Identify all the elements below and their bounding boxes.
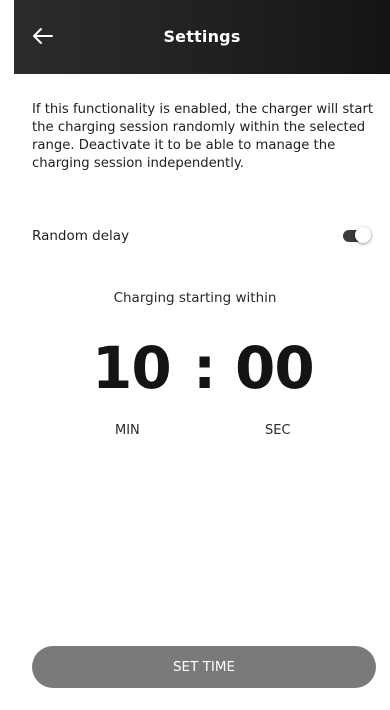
toggle-knob	[355, 227, 371, 243]
time-separator: :	[193, 334, 217, 402]
timer-title: Charging starting within	[113, 290, 277, 306]
feature-description: If this functionality is enabled, the ch…	[32, 102, 374, 171]
set-time-button[interactable]: SET TIME	[32, 646, 376, 688]
random-delay-toggle[interactable]	[343, 227, 373, 244]
seconds-value[interactable]: 00	[235, 330, 315, 406]
app-header: Settings	[14, 0, 390, 74]
minutes-value[interactable]: 10	[92, 330, 172, 406]
seconds-label: SEC	[265, 423, 291, 438]
minutes-label: MIN	[115, 423, 140, 438]
page-title: Settings	[163, 27, 241, 46]
random-delay-label: Random delay	[32, 228, 130, 244]
countdown-timer: 10 : 00	[0, 330, 390, 410]
